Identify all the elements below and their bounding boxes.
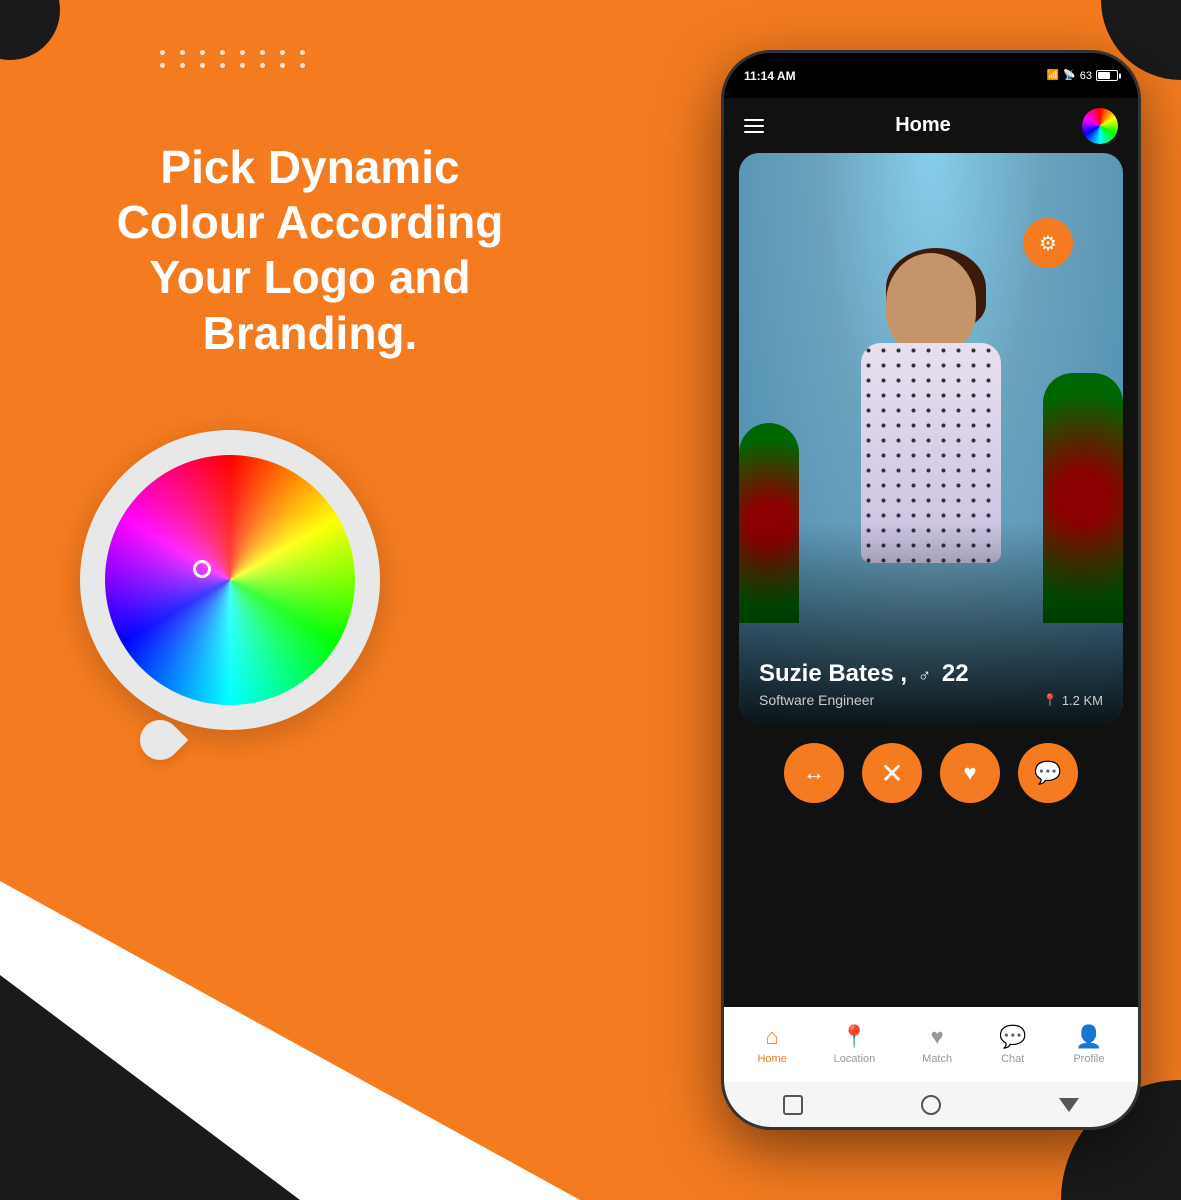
battery-text: 63 — [1080, 70, 1092, 82]
nav-label-home: Home — [757, 1053, 786, 1065]
distance-badge: 📍 1.2 KM — [1043, 693, 1103, 708]
color-wheel-container — [80, 430, 400, 790]
gender-symbol: ♂ — [918, 665, 932, 685]
phone-bottom-bar — [724, 1082, 1138, 1127]
chat-nav-icon: 💬 — [999, 1024, 1026, 1050]
status-bar: 11:14 AM 📶 📡 63 — [724, 53, 1138, 98]
home-icon: ⌂ — [765, 1024, 778, 1050]
status-time: 11:14 AM — [744, 69, 796, 83]
message-button[interactable]: 💬 — [1018, 743, 1078, 803]
dot-pattern — [160, 50, 312, 68]
app-title: Home — [895, 114, 951, 137]
filter-button[interactable]: ⚙ — [1023, 218, 1073, 268]
phone-mockup: 11:14 AM 📶 📡 63 Home ⚙ — [721, 50, 1141, 1130]
signal-icon: 📶 — [1047, 70, 1059, 81]
match-icon: ♥ — [931, 1024, 944, 1050]
location-icon: 📍 — [841, 1024, 868, 1050]
battery-icon — [1096, 70, 1118, 81]
nav-label-chat: Chat — [1001, 1053, 1024, 1065]
close-icon: ✕ — [880, 757, 903, 790]
nav-item-chat[interactable]: 💬 Chat — [999, 1024, 1026, 1065]
person-head — [886, 253, 976, 353]
location-pin-icon: 📍 — [1043, 693, 1058, 707]
nav-label-profile: Profile — [1073, 1053, 1104, 1065]
headline-line1: Pick Dynamic — [160, 141, 459, 193]
profile-age: 22 — [942, 660, 969, 687]
back-button[interactable]: ↔ — [784, 743, 844, 803]
color-wheel-bubble[interactable] — [80, 430, 380, 730]
heart-icon: ♥ — [963, 760, 976, 786]
nav-item-match[interactable]: ♥ Match — [922, 1024, 952, 1065]
nav-item-profile[interactable]: 👤 Profile — [1073, 1024, 1104, 1065]
back-icon: ↔ — [803, 760, 825, 786]
headline-line2: Colour According — [117, 196, 504, 248]
gesture-square[interactable] — [783, 1095, 803, 1115]
like-button[interactable]: ♥ — [940, 743, 1000, 803]
dislike-button[interactable]: ✕ — [862, 743, 922, 803]
nav-item-location[interactable]: 📍 Location — [834, 1024, 876, 1065]
chat-icon: 💬 — [1034, 760, 1061, 786]
filter-icon: ⚙ — [1039, 231, 1057, 256]
gesture-circle[interactable] — [921, 1095, 941, 1115]
bottom-navigation: ⌂ Home 📍 Location ♥ Match 💬 Chat 👤 Profi… — [724, 1007, 1138, 1082]
hamburger-line — [744, 131, 764, 133]
gesture-triangle[interactable] — [1059, 1098, 1079, 1112]
profile-info: Suzie Bates , ♂ 22 Software Engineer 📍 1… — [739, 645, 1123, 723]
profile-name: Suzie Bates , ♂ 22 — [759, 660, 1103, 688]
action-buttons: ↔ ✕ ♥ 💬 — [724, 723, 1138, 823]
battery-fill — [1098, 72, 1110, 79]
nav-item-home[interactable]: ⌂ Home — [757, 1024, 786, 1065]
color-wheel-selector[interactable] — [193, 560, 211, 578]
color-wheel-overlay — [105, 455, 355, 705]
bg-decoration-top-left — [0, 0, 60, 60]
nav-label-match: Match — [922, 1053, 952, 1065]
app-header: Home — [724, 98, 1138, 153]
color-wheel[interactable] — [105, 455, 355, 705]
hamburger-line — [744, 119, 764, 121]
headline-line3: Your Logo and Branding. — [149, 251, 470, 358]
headline-text: Pick Dynamic Colour According Your Logo … — [60, 140, 560, 361]
wifi-icon: 📡 — [1063, 70, 1075, 81]
status-icons: 📶 📡 63 — [1047, 70, 1118, 82]
left-section: Pick Dynamic Colour According Your Logo … — [60, 140, 560, 361]
nav-label-location: Location — [834, 1053, 876, 1065]
hamburger-menu-icon[interactable] — [744, 119, 764, 133]
hamburger-line — [744, 125, 764, 127]
theme-color-button[interactable] — [1082, 108, 1118, 144]
profile-job: Software Engineer 📍 1.2 KM — [759, 692, 1103, 708]
profile-icon: 👤 — [1075, 1024, 1102, 1050]
